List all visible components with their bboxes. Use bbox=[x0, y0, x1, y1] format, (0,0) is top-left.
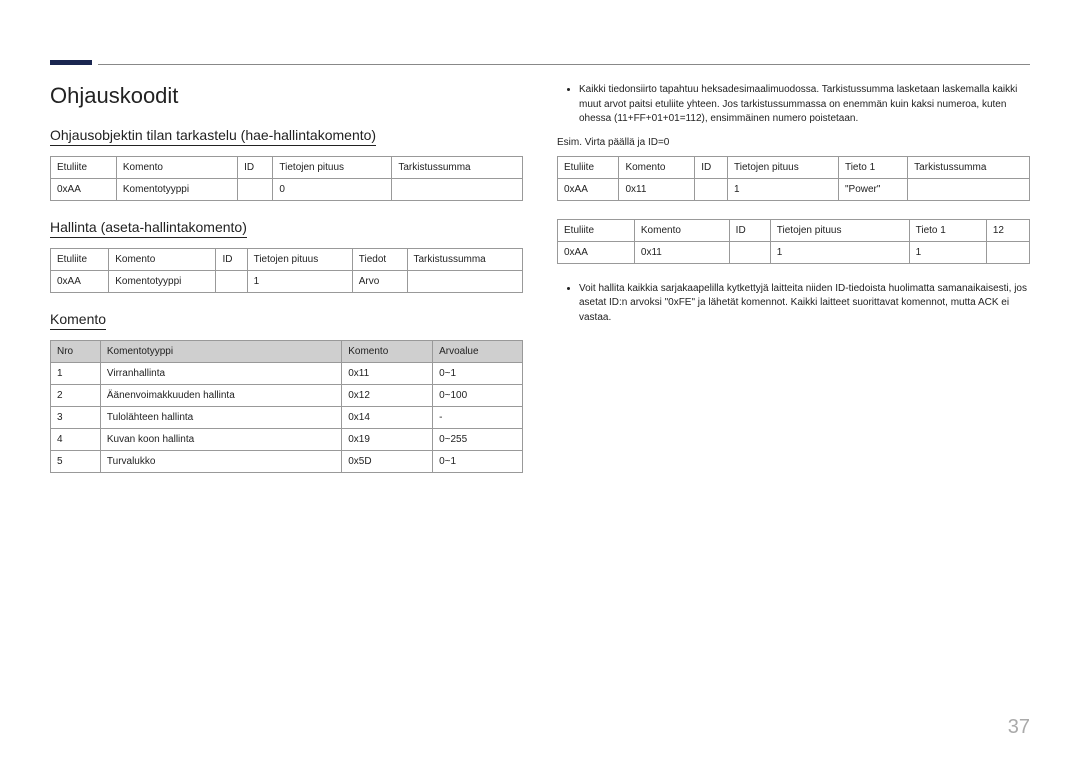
table-example-power: Etuliite Komento ID Tietojen pituus Tiet… bbox=[557, 156, 1030, 201]
td: 0x12 bbox=[342, 385, 433, 407]
section-heading-3: Komento bbox=[50, 311, 106, 330]
td bbox=[238, 179, 273, 201]
th: Komentotyyppi bbox=[100, 341, 341, 363]
th: Tarkistussumma bbox=[407, 249, 523, 271]
th: Tarkistussumma bbox=[908, 156, 1030, 178]
td: 0x11 bbox=[634, 241, 729, 263]
td: Turvalukko bbox=[100, 451, 341, 473]
table-get-command: Etuliite Komento ID Tietojen pituus Tark… bbox=[50, 156, 523, 201]
td bbox=[729, 241, 770, 263]
th: Nro bbox=[51, 341, 101, 363]
table-set-command: Etuliite Komento ID Tietojen pituus Tied… bbox=[50, 248, 523, 293]
th: Etuliite bbox=[558, 156, 619, 178]
th: Tieto 1 bbox=[909, 219, 986, 241]
td: 0 bbox=[273, 179, 392, 201]
th: Tietojen pituus bbox=[728, 156, 839, 178]
td: Kuvan koon hallinta bbox=[100, 429, 341, 451]
bullet-hex-note: Kaikki tiedonsiirto tapahtuu heksadesima… bbox=[579, 83, 1030, 127]
th: Komento bbox=[619, 156, 695, 178]
td: 0xAA bbox=[51, 179, 117, 201]
th: Komento bbox=[342, 341, 433, 363]
td: 0~1 bbox=[433, 363, 523, 385]
section-heading-2: Hallinta (aseta-hallintakomento) bbox=[50, 219, 247, 238]
bullet-broadcast-note: Voit hallita kaikkia sarjakaapelilla kyt… bbox=[579, 282, 1030, 326]
td: 1 bbox=[728, 178, 839, 200]
th: Etuliite bbox=[51, 157, 117, 179]
td: 0x14 bbox=[342, 407, 433, 429]
th: ID bbox=[729, 219, 770, 241]
td: Komentotyyppi bbox=[109, 271, 216, 293]
th: Etuliite bbox=[51, 249, 109, 271]
td: 0x11 bbox=[619, 178, 695, 200]
td: Arvo bbox=[352, 271, 407, 293]
td: 1 bbox=[909, 241, 986, 263]
th: Arvoalue bbox=[433, 341, 523, 363]
horizontal-rule bbox=[98, 64, 1030, 65]
table-example-checksum: Etuliite Komento ID Tietojen pituus Tiet… bbox=[557, 219, 1030, 264]
table-row: 5 Turvalukko 0x5D 0~1 bbox=[51, 451, 523, 473]
page-number: 37 bbox=[1008, 716, 1030, 739]
th: Tietojen pituus bbox=[273, 157, 392, 179]
th: Tieto 1 bbox=[838, 156, 907, 178]
page-title: Ohjauskoodit bbox=[50, 83, 523, 109]
table-commands: Nro Komentotyyppi Komento Arvoalue 1 Vir… bbox=[50, 340, 523, 473]
td: 0~255 bbox=[433, 429, 523, 451]
td: 0xAA bbox=[558, 178, 619, 200]
th: 12 bbox=[986, 219, 1029, 241]
td: 0x11 bbox=[342, 363, 433, 385]
accent-bar bbox=[50, 60, 92, 65]
td: Komentotyyppi bbox=[116, 179, 237, 201]
td: Virranhallinta bbox=[100, 363, 341, 385]
td: 5 bbox=[51, 451, 101, 473]
td: 2 bbox=[51, 385, 101, 407]
th: Komento bbox=[634, 219, 729, 241]
td: 0~100 bbox=[433, 385, 523, 407]
th: Tietojen pituus bbox=[770, 219, 909, 241]
td: 0x5D bbox=[342, 451, 433, 473]
table-row: 2 Äänenvoimakkuuden hallinta 0x12 0~100 bbox=[51, 385, 523, 407]
th: ID bbox=[238, 157, 273, 179]
right-column: Kaikki tiedonsiirto tapahtuu heksadesima… bbox=[557, 83, 1030, 491]
table-row: 3 Tulolähteen hallinta 0x14 - bbox=[51, 407, 523, 429]
td: 0xAA bbox=[51, 271, 109, 293]
td: - bbox=[433, 407, 523, 429]
td: 4 bbox=[51, 429, 101, 451]
td: Tulolähteen hallinta bbox=[100, 407, 341, 429]
td bbox=[908, 178, 1030, 200]
td: Äänenvoimakkuuden hallinta bbox=[100, 385, 341, 407]
th: ID bbox=[216, 249, 247, 271]
td bbox=[392, 179, 523, 201]
table-row: 1 Virranhallinta 0x11 0~1 bbox=[51, 363, 523, 385]
td: 1 bbox=[247, 271, 352, 293]
td: 1 bbox=[51, 363, 101, 385]
th: Komento bbox=[116, 157, 237, 179]
th: Komento bbox=[109, 249, 216, 271]
td bbox=[695, 178, 728, 200]
td: 0xAA bbox=[558, 241, 635, 263]
th: Tarkistussumma bbox=[392, 157, 523, 179]
th: Tietojen pituus bbox=[247, 249, 352, 271]
th: Tiedot bbox=[352, 249, 407, 271]
section-heading-1: Ohjausobjektin tilan tarkastelu (hae-hal… bbox=[50, 127, 376, 146]
td: 3 bbox=[51, 407, 101, 429]
table-row: 4 Kuvan koon hallinta 0x19 0~255 bbox=[51, 429, 523, 451]
left-column: Ohjauskoodit Ohjausobjektin tilan tarkas… bbox=[50, 83, 523, 491]
th: ID bbox=[695, 156, 728, 178]
td: 0x19 bbox=[342, 429, 433, 451]
td bbox=[986, 241, 1029, 263]
th: Etuliite bbox=[558, 219, 635, 241]
td: "Power" bbox=[838, 178, 907, 200]
example-text: Esim. Virta päällä ja ID=0 bbox=[557, 137, 1030, 148]
td bbox=[216, 271, 247, 293]
td bbox=[407, 271, 523, 293]
td: 1 bbox=[770, 241, 909, 263]
td: 0~1 bbox=[433, 451, 523, 473]
